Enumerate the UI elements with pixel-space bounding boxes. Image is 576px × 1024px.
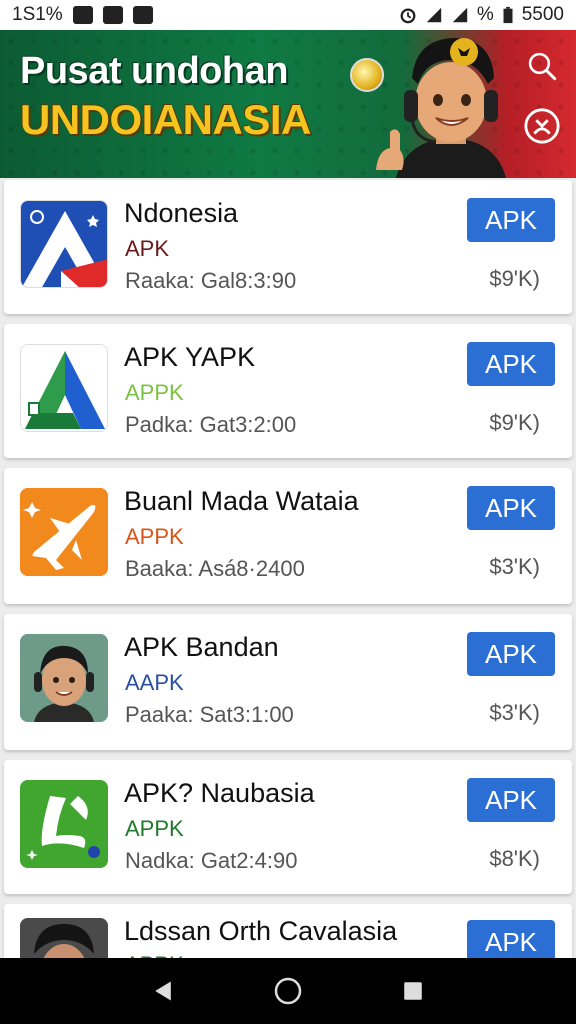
app-meta: Raaka: Gal8:3:90 [125,268,297,293]
app-name: Ndonesia [124,198,239,228]
app-type: APPK [125,380,184,405]
home-icon [274,977,302,1005]
status-bar: 1S1% % 5500 [0,0,576,30]
app-meta: Nadka: Gat2:4:90 [125,848,298,873]
app-type: APK [125,236,170,261]
green-l-icon [20,780,108,868]
app-name: Ldssan Orth Cavalasia [124,916,398,946]
triangle-a-icon [20,344,108,432]
app-name: APK? Naubasia [124,778,315,808]
alarm-icon [400,8,416,24]
notification-image-icon [102,6,123,24]
app-type: AAPK [125,670,184,695]
plane-icon [20,488,108,576]
app-size: $8'K) [489,846,540,871]
search-icon [528,52,557,81]
status-left-text: 1S1% [12,4,63,25]
app-size: $9'K) [489,410,540,435]
notification-bag-icon [132,6,153,24]
recents-button[interactable] [393,971,433,1011]
apk-download-button[interactable]: APK [467,778,555,822]
flag-arrow-icon [20,200,108,288]
notification-x-icon [72,6,93,24]
home-button[interactable] [268,971,308,1011]
app-name: APK YAPK [124,342,256,372]
search-button[interactable] [522,46,562,86]
back-icon [154,981,171,1001]
app-card[interactable]: APK Bandan AAPK Paaka: Sat3:1:00 APK $3'… [4,614,572,750]
battery-percent: % [476,4,494,25]
apk-download-button[interactable]: APK [467,632,555,676]
app-meta: Paaka: Sat3:1:00 [125,702,294,727]
back-button[interactable] [143,971,183,1011]
hero-subtitle: UNDOIANASIA [20,96,311,143]
app-card[interactable]: APK? Naubasia APPK Nadka: Gat2:4:90 APK … [4,760,572,894]
navigation-bar [0,958,576,1024]
avatar-headset-icon [20,634,108,722]
app-type: APPK [125,524,184,549]
app-card[interactable]: APK YAPK APPK Padka: Gat3:2:00 APK $9'K) [4,324,572,458]
screen: { "status_bar": { "left_text": "1S1%", "… [0,0,576,1024]
status-right-text: 5500 [521,4,564,25]
signal-icon [426,7,442,23]
signal-2-icon [452,7,468,23]
battery-icon [503,6,513,24]
app-size: $9'K) [489,266,540,291]
mascot-illustration [376,38,506,178]
app-name: Buanl Mada Wataia [124,486,359,516]
profile-icon [524,108,560,144]
app-size: $3'K) [489,554,540,579]
hero-banner: Pusat undohan UNDOIANASIA [0,30,576,178]
apk-download-button[interactable]: APK [467,198,555,242]
app-card[interactable]: Ndonesia APK Raaka: Gal8:3:90 APK $9'K) [4,180,572,314]
recents-icon [404,982,423,1000]
hero-title: Pusat undohan [20,50,288,92]
app-name: APK Bandan [124,632,279,662]
app-size: $3'K) [489,700,540,725]
apk-download-button[interactable]: APK [467,486,555,530]
app-type: APPK [125,816,184,841]
app-meta: Padka: Gat3:2:00 [125,412,297,437]
app-meta: Baaka: Asá8·2400 [125,556,305,581]
apk-download-button[interactable]: APK [467,342,555,386]
app-card[interactable]: Buanl Mada Wataia APPK Baaka: Asá8·2400 … [4,468,572,604]
profile-button[interactable] [522,106,562,146]
